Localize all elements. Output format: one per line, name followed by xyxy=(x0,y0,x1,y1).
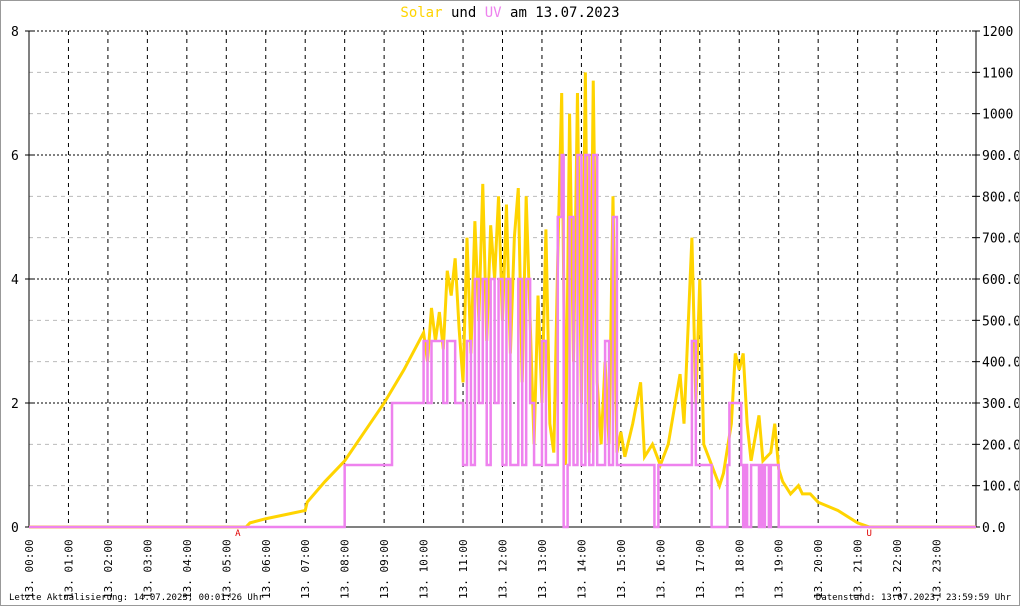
right-tick-label: 800.0 xyxy=(982,190,1019,205)
left-tick-label: 6 xyxy=(11,149,19,164)
right-tick-label: 100.0 xyxy=(982,480,1019,495)
x-tick-label: 13. 10:00 xyxy=(418,539,431,599)
right-tick-label: 1200 xyxy=(982,25,1013,40)
x-tick-label: 13. 00:00 xyxy=(23,539,36,599)
marker-u: U xyxy=(866,529,871,539)
x-tick-label: 13. 16:00 xyxy=(654,539,667,599)
left-tick-label: 8 xyxy=(11,25,19,40)
x-tick-label: 13. 19:00 xyxy=(773,539,786,599)
last-update: Letzte Aktualisierung: 14.07.2023, 00:01… xyxy=(9,593,264,603)
x-tick-label: 13. 03:00 xyxy=(141,539,154,599)
right-tick-label: 500.0 xyxy=(982,314,1019,329)
right-tick-label: 300.0 xyxy=(982,397,1019,412)
right-tick-label: 200.0 xyxy=(982,438,1019,453)
chart-container: Solar und UV am 13.07.2023 0.0 100.0 200.0… xyxy=(0,0,1020,606)
right-tick-label: 400.0 xyxy=(982,356,1019,371)
right-tick-label: 1000 xyxy=(982,108,1013,123)
x-tick-label: 13. 22:00 xyxy=(891,539,904,599)
x-tick-label: 13. 11:00 xyxy=(457,539,470,599)
left-tick-label: 2 xyxy=(11,397,19,412)
left-tick-label: 0 xyxy=(11,521,19,536)
x-tick-label: 13. 08:00 xyxy=(339,539,352,599)
x-tick-label: 13. 09:00 xyxy=(378,539,391,599)
right-tick-label: 900.0 xyxy=(982,149,1019,164)
x-tick-label: 13. 20:00 xyxy=(812,539,825,599)
x-tick-label: 13. 21:00 xyxy=(852,539,865,599)
x-tick-label: 13. 13:00 xyxy=(536,539,549,599)
x-tick-label: 13. 14:00 xyxy=(575,539,588,599)
data-status: Datenstand: 13.07.2023, 23:59:59 Uhr xyxy=(815,593,1011,603)
marker-a: A xyxy=(235,529,241,539)
x-tick-label: 13. 15:00 xyxy=(615,539,628,599)
right-tick-label: 1100 xyxy=(982,66,1013,81)
right-tick-label: 0.0 xyxy=(982,521,1005,536)
x-tick-label: 13. 02:00 xyxy=(102,539,115,599)
x-tick-label: 13. 06:00 xyxy=(260,539,273,599)
x-tick-label: 13. 12:00 xyxy=(497,539,510,599)
x-tick-label: 13. 05:00 xyxy=(220,539,233,599)
x-tick-label: 13. 01:00 xyxy=(62,539,75,599)
right-tick-label: 600.0 xyxy=(982,273,1019,288)
x-tick-label: 13. 04:00 xyxy=(181,539,194,599)
right-tick-label: 700.0 xyxy=(982,232,1019,247)
x-tick-label: 13. 17:00 xyxy=(694,539,707,599)
x-tick-label: 13. 07:00 xyxy=(299,539,312,599)
left-tick-label: 4 xyxy=(11,273,19,288)
chart-svg: 0.0100.0200.0300.0400.0500.0600.0700.080… xyxy=(11,25,1019,599)
x-tick-label: 13. 18:00 xyxy=(733,539,746,599)
x-tick-label: 13. 23:00 xyxy=(931,539,944,599)
